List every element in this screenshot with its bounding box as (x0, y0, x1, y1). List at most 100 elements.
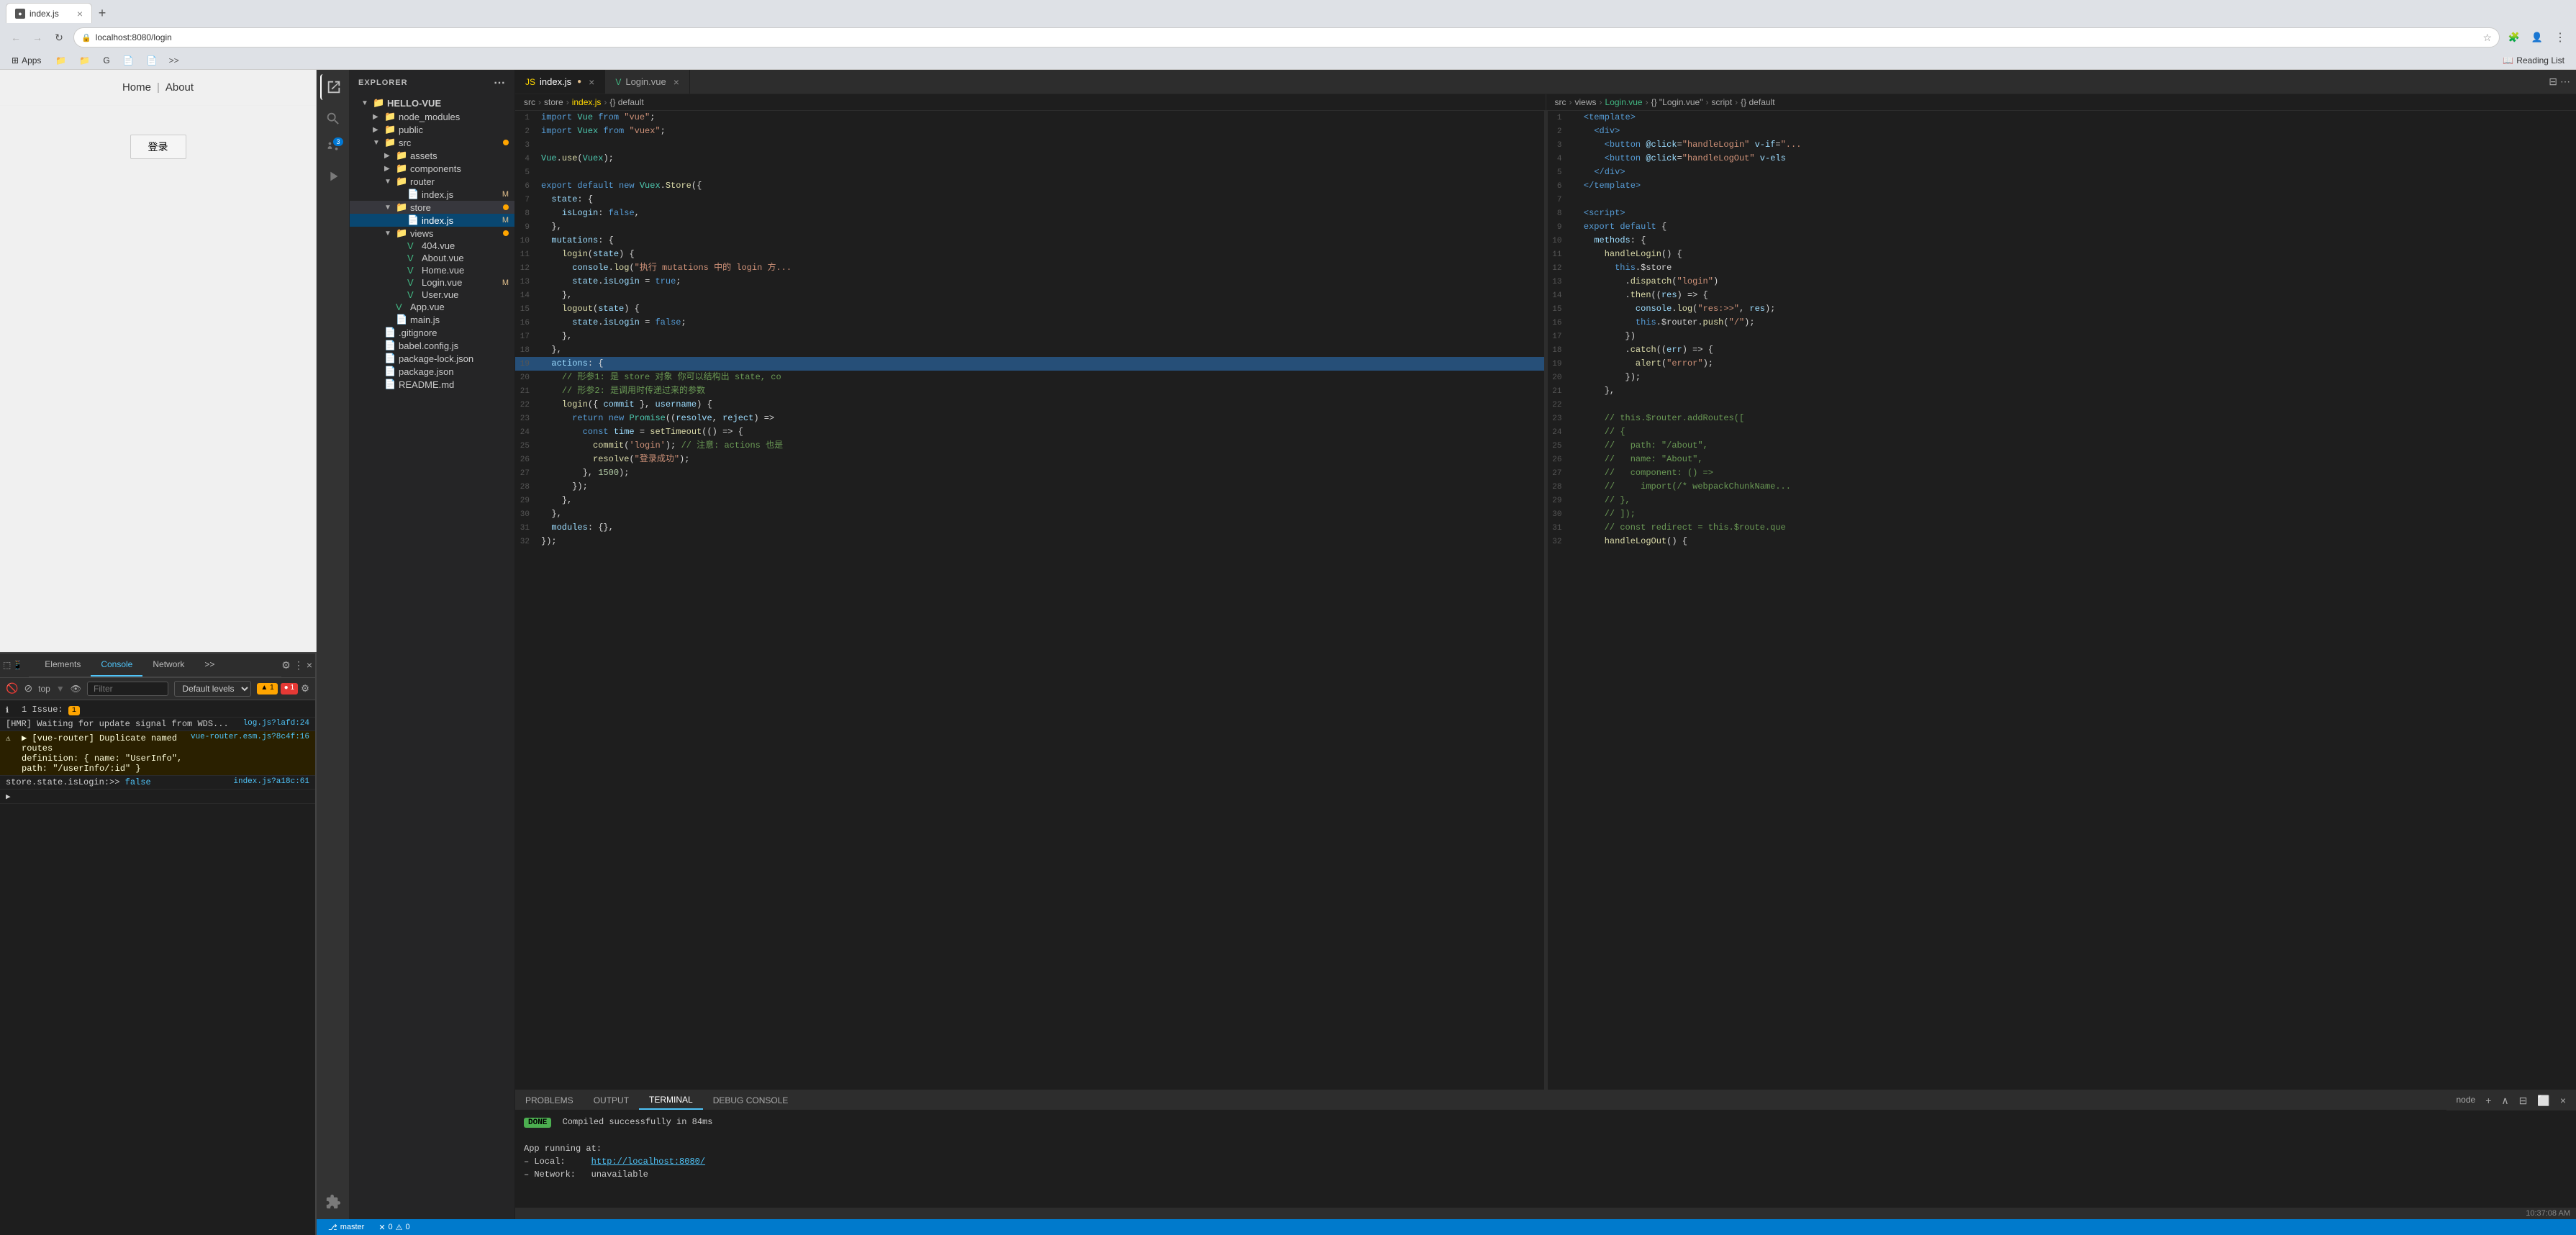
bookmark-more[interactable]: >> (169, 55, 179, 65)
profile-icon[interactable]: 👤 (2527, 27, 2547, 48)
reading-list-button[interactable]: 📖 Reading List (2497, 54, 2570, 67)
menu-button[interactable]: ⋮ (2550, 27, 2570, 48)
bookmark-folder-1[interactable]: 📁 (50, 54, 72, 67)
bookmark-star-icon[interactable]: ☆ (2482, 32, 2492, 44)
lv-line-26: 26 // name: "About", (1548, 453, 2576, 466)
explorer-icon[interactable] (320, 74, 346, 100)
source-control-icon[interactable]: 3 (320, 135, 346, 160)
sidebar-more-icon[interactable]: ⋯ (494, 76, 506, 90)
terminal-close-icon[interactable]: × (2556, 1093, 2570, 1108)
terminal-plus-icon[interactable]: + (2481, 1093, 2495, 1108)
code-scroll-login-vue[interactable]: 1 <template> 2 <div> 3 <button @click="h… (1548, 111, 2576, 1090)
tab-login-vue-close[interactable]: × (674, 76, 679, 88)
devtools-settings-icon[interactable]: ⚙ (281, 659, 291, 671)
tree-views[interactable]: ▼ 📁 views (350, 227, 514, 240)
prompt-icon: ▶ (6, 792, 16, 802)
browser-tab-active[interactable]: ● index.js × (6, 3, 92, 23)
bookmark-item-5[interactable]: 📄 (141, 54, 163, 67)
tab-more[interactable]: >> (194, 653, 225, 677)
terminal-tab-problems[interactable]: PROBLEMS (515, 1090, 584, 1110)
terminal-tab-output[interactable]: OUTPUT (584, 1090, 639, 1110)
terminal-tabs: PROBLEMS OUTPUT TERMINAL DEBUG CONSOLE (515, 1090, 2446, 1110)
status-errors[interactable]: ✕ 0 ⚠ 0 (376, 1223, 412, 1232)
new-tab-button[interactable]: + (92, 3, 112, 23)
tree-router-index[interactable]: 📄 index.js M (350, 188, 514, 201)
tree-store[interactable]: ▼ 📁 store (350, 201, 514, 214)
tree-node-modules[interactable]: ▶ 📁 node_modules (350, 110, 514, 123)
console-filter-icon[interactable]: ⊘ (24, 682, 32, 695)
tree-login[interactable]: V Login.vue M (350, 276, 514, 289)
tab-console[interactable]: Console (91, 653, 142, 677)
run-icon[interactable] (320, 163, 346, 189)
reload-button[interactable]: ↻ (49, 27, 69, 48)
tree-components[interactable]: ▶ 📁 components (350, 162, 514, 175)
tree-readme[interactable]: 📄 README.md (350, 378, 514, 391)
devtools-close-icon[interactable]: × (307, 659, 312, 671)
address-bar[interactable]: 🔒 localhost:8080/login ☆ (73, 27, 2500, 48)
home-link[interactable]: Home (122, 81, 151, 94)
top-dropdown-icon[interactable]: ▼ (56, 684, 65, 694)
bookmark-item-4[interactable]: 📄 (117, 54, 140, 67)
log-link-3[interactable]: index.js?a18c:61 (233, 777, 309, 786)
editor-tab-index-js[interactable]: JS index.js ● × (515, 70, 605, 94)
tree-package-lock[interactable]: 📄 package-lock.json (350, 352, 514, 365)
code-line-31: 31 modules: {}, (515, 521, 1544, 535)
bookmark-folder-2[interactable]: 📁 (73, 54, 96, 67)
console-clear-icon[interactable]: 🚫 (6, 682, 18, 695)
tree-public[interactable]: ▶ 📁 public (350, 123, 514, 136)
tab-network[interactable]: Network (142, 653, 194, 677)
tree-package-json[interactable]: 📄 package.json (350, 365, 514, 378)
tree-user[interactable]: V User.vue (350, 289, 514, 301)
tree-assets[interactable]: ▶ 📁 assets (350, 149, 514, 162)
tree-gitignore[interactable]: 📄 .gitignore (350, 326, 514, 339)
tree-home[interactable]: V Home.vue (350, 264, 514, 276)
editor-tab-login-vue[interactable]: V Login.vue × (605, 70, 690, 94)
extensions-icon[interactable] (320, 1189, 346, 1215)
tab-index-js-close[interactable]: × (589, 76, 594, 88)
devtools-device-icon[interactable]: 📱 (12, 660, 23, 670)
log-link-1[interactable]: log.js?lafd:24 (243, 719, 309, 728)
terminal-tab-terminal[interactable]: TERMINAL (639, 1090, 703, 1110)
about-link[interactable]: About (165, 81, 194, 94)
status-git-branch[interactable]: ⎇ master (325, 1223, 367, 1232)
tree-project-root[interactable]: ▼ 📁 HELLO-VUE (350, 96, 514, 110)
terminal-tab-debug[interactable]: DEBUG CONSOLE (703, 1090, 799, 1110)
more-actions-icon[interactable]: ⋯ (2560, 76, 2570, 88)
code-editors: 1import Vue from "vue"; 2import Vuex fro… (515, 111, 2576, 1090)
login-button[interactable]: 登录 (130, 135, 186, 159)
devtools-more-icon[interactable]: ⋮ (294, 659, 304, 671)
split-editor-icon[interactable]: ⊟ (2549, 76, 2557, 88)
tree-router[interactable]: ▼ 📁 router (350, 175, 514, 188)
bookmark-apps[interactable]: ⊞ Apps (6, 54, 47, 67)
tree-main-js[interactable]: 📄 main.js (350, 313, 514, 326)
console-settings-icon[interactable]: ⚙ (301, 683, 309, 695)
code-pane-index-js: 1import Vue from "vue"; 2import Vuex fro… (515, 111, 1545, 1090)
code-scroll-index-js[interactable]: 1import Vue from "vue"; 2import Vuex fro… (515, 111, 1544, 1090)
log-level-select[interactable]: Default levels (174, 681, 251, 697)
sidebar-content[interactable]: ▼ 📁 HELLO-VUE ▶ 📁 node_modules (350, 96, 514, 1219)
tree-babel[interactable]: 📄 babel.config.js (350, 339, 514, 352)
tree-404[interactable]: V 404.vue (350, 240, 514, 252)
devtools-inspect-icon[interactable]: ⬚ (3, 660, 11, 670)
tree-src[interactable]: ▼ 📁 src (350, 136, 514, 149)
log-link-2[interactable]: vue-router.esm.js?8c4f:16 (191, 733, 309, 741)
terminal-split-icon[interactable]: ⊟ (2515, 1093, 2532, 1108)
forward-button[interactable]: → (27, 27, 47, 48)
search-icon[interactable] (320, 106, 346, 132)
terminal-chevron-icon[interactable]: ∧ (2497, 1093, 2513, 1108)
back-button[interactable]: ← (6, 27, 26, 48)
eye-icon[interactable]: 👁 (71, 684, 81, 694)
tab-elements[interactable]: Elements (35, 653, 91, 677)
code-line-29: 29 }, (515, 494, 1544, 507)
terminal-maximize-icon[interactable]: ⬜ (2533, 1093, 2554, 1108)
tree-store-index[interactable]: 📄 index.js M (350, 214, 514, 227)
bookmark-google[interactable]: G (97, 54, 115, 67)
terminal-local-url[interactable]: http://localhost:8080/ (591, 1157, 705, 1167)
app-nav: Home | About (0, 70, 316, 106)
extension-icon[interactable]: 🧩 (2504, 27, 2524, 48)
tab-close-button[interactable]: × (77, 8, 83, 19)
tree-app-vue[interactable]: V App.vue (350, 301, 514, 313)
src-modified-dot (503, 140, 509, 145)
console-filter-input[interactable] (87, 682, 168, 696)
tree-about[interactable]: V About.vue (350, 252, 514, 264)
